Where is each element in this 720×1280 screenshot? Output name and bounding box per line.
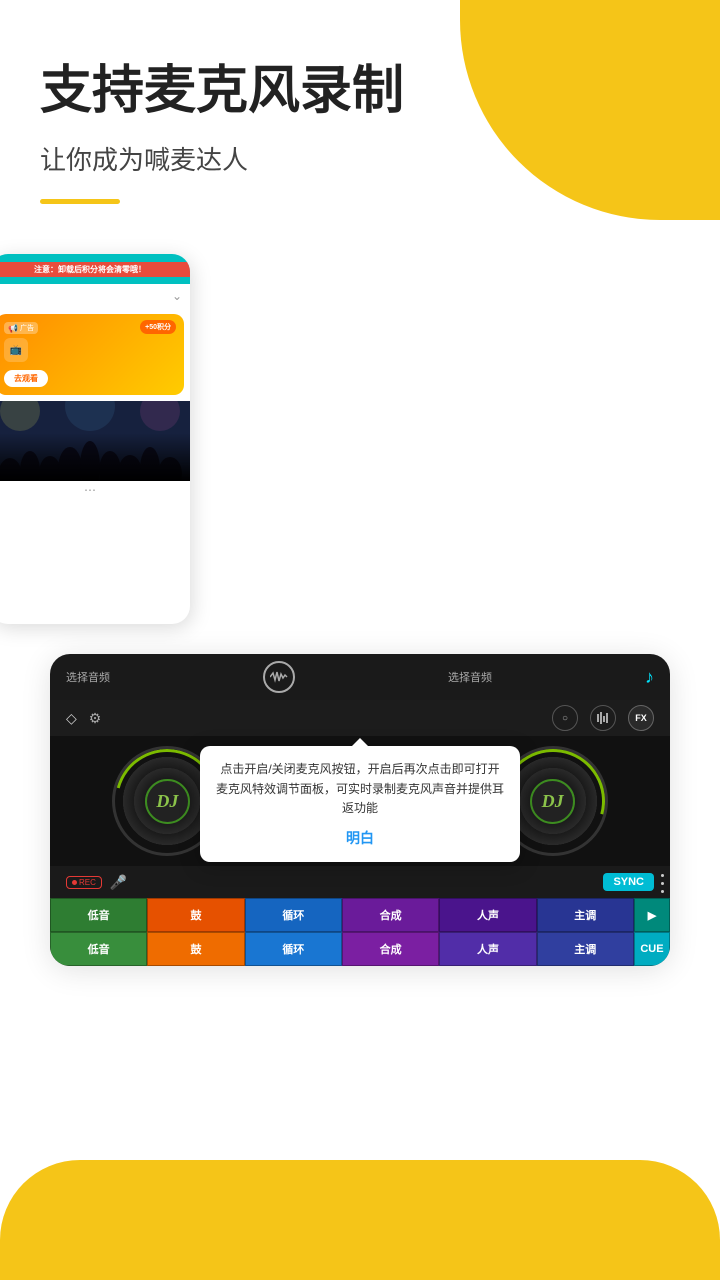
waveform-svg: [270, 670, 288, 684]
dj-app-header: 选择音频 选择音频 ♪: [50, 654, 670, 700]
dj-rec-row: REC 🎤 SYNC: [50, 866, 670, 898]
effect-btn-vocal-2[interactable]: 人声: [439, 932, 536, 966]
first-device-mockup: 注意：卸载后积分将会清零哦！ ⌄ 📢 广告 📺 +50积分 去观看: [0, 254, 190, 624]
tooltip-dialog: 点击开启/关闭麦克风按钮，开启后再次点击即可打开麦克风特效调节面板，可实时录制麦…: [200, 746, 520, 862]
cue-button[interactable]: CUE: [634, 932, 670, 966]
warning-text: 注意：卸载后积分将会清零哦！: [0, 262, 190, 277]
effect-btn-key-1[interactable]: 主调: [537, 898, 634, 932]
equalizer-icon[interactable]: [590, 705, 616, 731]
effect-btn-drum-2[interactable]: 鼓: [147, 932, 244, 966]
dialog-ok-button[interactable]: 明白: [216, 828, 504, 848]
effect-btn-drum-1[interactable]: 鼓: [147, 898, 244, 932]
rec-dot: [72, 880, 77, 885]
effect-btn-key-2[interactable]: 主调: [537, 932, 634, 966]
first-device-section: 注意：卸载后积分将会清零哦！ ⌄ 📢 广告 📺 +50积分 去观看: [0, 234, 720, 624]
ad-icon: 📺: [4, 338, 28, 362]
dj-controls-row: ◇ ⚙ ○ FX: [50, 700, 670, 736]
effects-row-1: 低音 鼓 循环 合成 人声 主调 ▶: [50, 898, 670, 932]
mockup-top-bar: 注意：卸载后积分将会清零哦！: [0, 254, 190, 284]
scroll-dot-3: [661, 890, 664, 893]
eq-svg: [596, 712, 610, 724]
ad-label: 📢 广告: [4, 322, 38, 334]
sync-button[interactable]: SYNC: [603, 873, 654, 891]
ad-card: 📢 广告 📺 +50积分 去观看: [0, 314, 184, 395]
dj-main-area: DJ DJ 点击开启/关闭麦克风按钮，开启后再次点击即可打开麦克风特效调节面板，…: [50, 736, 670, 866]
nav-arrow-icon: ⌄: [172, 289, 182, 303]
rec-badge: REC: [66, 876, 102, 889]
effects-row-2: 低音 鼓 循环 合成 人声 主调 CUE: [50, 932, 670, 966]
concert-silhouette: [0, 401, 190, 481]
dialog-text: 点击开启/关闭麦克风按钮，开启后再次点击即可打开麦克风特效调节面板，可实时录制麦…: [216, 760, 504, 818]
mockup-nav-bar: ⌄: [0, 284, 190, 308]
effect-btn-loop-2[interactable]: 循环: [245, 932, 342, 966]
concert-area: [0, 401, 190, 481]
circle-control-icon[interactable]: ○: [552, 705, 578, 731]
watch-button[interactable]: 去观看: [4, 370, 48, 387]
diamond-icon: ◇: [66, 710, 77, 727]
scroll-dot-1: [661, 874, 664, 877]
effect-btn-synth-2[interactable]: 合成: [342, 932, 439, 966]
music-note-icon: ♪: [645, 667, 654, 688]
fx-button[interactable]: FX: [628, 705, 654, 731]
gear-icon[interactable]: ⚙: [89, 710, 102, 727]
page-subtitle: 让你成为喊麦达人: [40, 140, 680, 177]
scroll-dot-2: [661, 882, 664, 885]
select-audio-left[interactable]: 选择音频: [66, 669, 110, 685]
second-device-section: 选择音频 选择音频 ♪ ◇ ⚙ ○ FX: [0, 654, 720, 966]
bottom-dots-icon: ⋯: [84, 483, 96, 497]
effect-btn-loop-1[interactable]: 循环: [245, 898, 342, 932]
effect-btn-bass-2[interactable]: 低音: [50, 932, 147, 966]
microphone-icon[interactable]: 🎤: [110, 874, 127, 891]
effect-btn-vocal-1[interactable]: 人声: [439, 898, 536, 932]
top-section: 支持麦克风录制 让你成为喊麦达人: [0, 0, 720, 224]
effect-btn-synth-1[interactable]: 合成: [342, 898, 439, 932]
play-button[interactable]: ▶: [634, 898, 670, 932]
effect-btn-bass-1[interactable]: 低音: [50, 898, 147, 932]
bottom-dots: ⋯: [0, 481, 190, 499]
second-device-mockup: 选择音频 选择音频 ♪ ◇ ⚙ ○ FX: [50, 654, 670, 966]
page-title: 支持麦克风录制: [40, 60, 680, 122]
blob-bottom-decoration: [0, 1160, 720, 1280]
rec-label: REC: [79, 878, 96, 887]
select-audio-right[interactable]: 选择音频: [448, 669, 492, 685]
yellow-divider: [40, 199, 120, 204]
scroll-indicator: [661, 874, 664, 893]
waveform-icon: [263, 661, 295, 693]
points-badge: +50积分: [140, 320, 176, 334]
